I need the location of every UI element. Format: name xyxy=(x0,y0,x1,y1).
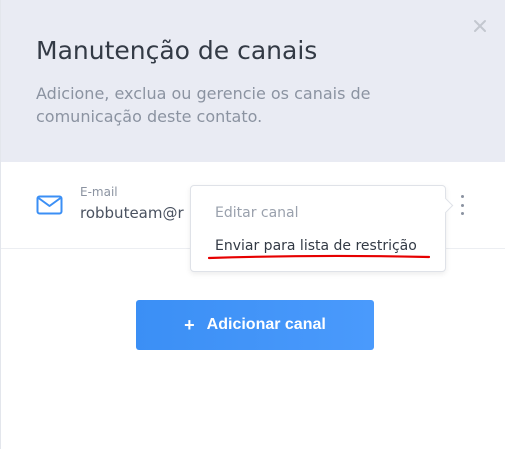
channel-maintenance-modal: Manutenção de canais Adicione, exclua ou… xyxy=(0,0,505,449)
close-icon[interactable] xyxy=(472,18,488,34)
modal-header: Manutenção de canais Adicione, exclua ou… xyxy=(1,0,505,162)
page-subtitle: Adicione, exclua ou gerencie os canais d… xyxy=(36,84,371,126)
channel-value: robbuteam@r xyxy=(80,204,184,222)
add-channel-button[interactable]: + Adicionar canal xyxy=(136,300,374,350)
page-title: Manutenção de canais xyxy=(36,36,318,65)
add-channel-label: Adicionar canal xyxy=(206,316,326,333)
channel-type-label: E-mail xyxy=(80,185,118,199)
kebab-menu-icon[interactable] xyxy=(457,195,467,215)
plus-icon: + xyxy=(184,314,195,335)
mail-icon xyxy=(36,195,63,215)
annotation-underline xyxy=(208,254,430,260)
menu-item-send-to-restriction-list[interactable]: Enviar para lista de restrição xyxy=(215,238,417,254)
menu-item-edit-channel[interactable]: Editar canal xyxy=(215,205,299,221)
